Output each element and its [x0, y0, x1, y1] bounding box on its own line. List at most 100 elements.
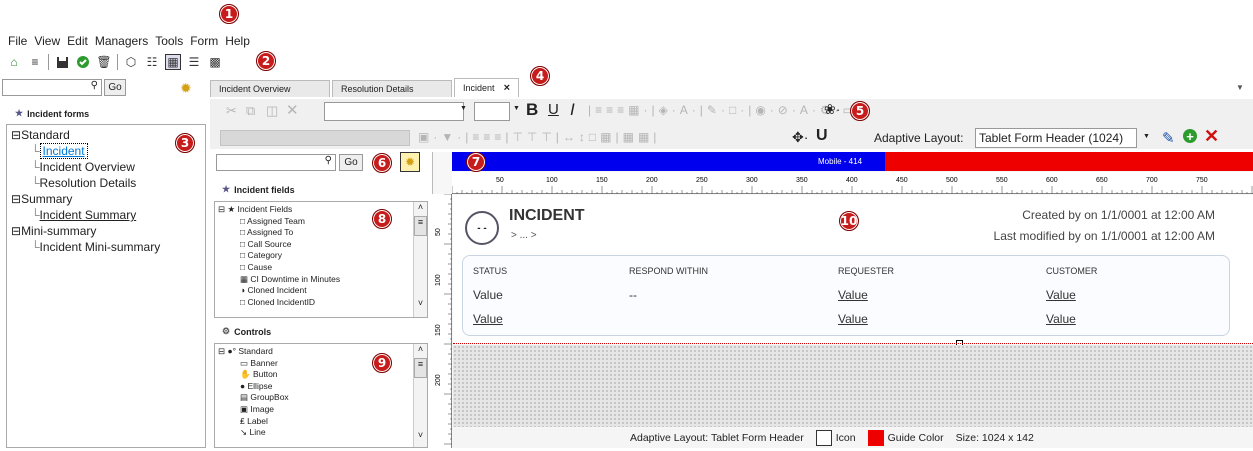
fields-scrollbar[interactable]: ˄ ≡ ˅: [413, 202, 427, 317]
tree-node-mini-summary[interactable]: ⊟Mini-summary: [11, 223, 201, 239]
status-secondary-link[interactable]: Value: [473, 312, 503, 326]
forms-search-input[interactable]: ⚲: [2, 79, 102, 96]
home-icon[interactable]: ⌂: [6, 54, 22, 70]
tree-item-incident-mini-summary[interactable]: └Incident Mini-summary: [11, 239, 201, 255]
vruler-label: 100: [435, 274, 442, 286]
bold-icon[interactable]: B: [526, 100, 538, 120]
menu-file[interactable]: File: [8, 34, 27, 50]
ruler-label: 650: [1096, 177, 1108, 184]
cut-icon[interactable]: ✂: [226, 103, 237, 119]
status-bar: Adaptive Layout: Tablet Form Header Icon…: [453, 428, 1253, 448]
menu-view[interactable]: View: [34, 34, 60, 50]
menu-form[interactable]: Form: [190, 34, 218, 50]
ruler-label: 100: [546, 177, 558, 184]
delete-icon[interactable]: ✕: [286, 101, 299, 119]
save-icon[interactable]: [54, 54, 70, 70]
requester-secondary-link[interactable]: Value: [838, 312, 868, 326]
field-item[interactable]: □ Cause: [218, 262, 424, 274]
menu-managers[interactable]: Managers: [95, 34, 148, 50]
control-item[interactable]: ▤ GroupBox: [218, 392, 424, 404]
fields-search-input[interactable]: ⚲: [216, 154, 336, 171]
list-icon[interactable]: ≡: [27, 54, 43, 70]
edit-layout-icon[interactable]: ✎: [1162, 129, 1175, 147]
fields-icon: ★: [222, 184, 231, 194]
field-item[interactable]: □ Assigned Team: [218, 216, 424, 228]
field-item[interactable]: ◑ Cloned Incident: [218, 285, 424, 297]
layout-icon[interactable]: ▦: [165, 54, 181, 70]
check-icon[interactable]: [75, 54, 91, 70]
magnet-icon[interactable]: U: [816, 127, 828, 145]
menu-tools[interactable]: Tools: [155, 34, 183, 50]
icon-color-swatch[interactable]: [815, 430, 832, 446]
fields-refresh-icon[interactable]: ✹: [400, 152, 420, 172]
menu-icon[interactable]: ☰: [186, 54, 202, 70]
tab-incident[interactable]: Incident ×: [454, 78, 519, 97]
fields-panel-header: ★ Incident fields: [222, 184, 295, 195]
trash-icon[interactable]: 🗑: [96, 54, 112, 70]
form-name-field[interactable]: [220, 130, 410, 146]
tree-item-resolution-details[interactable]: └Resolution Details: [11, 175, 201, 191]
hierarchy-icon[interactable]: ☷: [144, 54, 160, 70]
ruler-label: 400: [846, 177, 858, 184]
fields-root[interactable]: ⊟ ★ Incident Fields: [218, 204, 424, 216]
control-item[interactable]: ▣ Image: [218, 404, 424, 416]
tab-close-icon[interactable]: ×: [504, 82, 510, 94]
font-family-chevron-icon[interactable]: ▼: [460, 105, 467, 112]
forms-go-button[interactable]: Go: [104, 79, 126, 96]
field-item[interactable]: □ Call Source: [218, 239, 424, 251]
customer-secondary-link[interactable]: Value: [1046, 312, 1076, 326]
tree-item-incident-overview[interactable]: └Incident Overview: [11, 159, 201, 175]
tree-item-incident-summary[interactable]: └Incident Summary: [11, 207, 201, 223]
add-layout-icon[interactable]: +: [1183, 129, 1197, 144]
field-item[interactable]: □ Assigned To: [218, 227, 424, 239]
guide-color-label: Guide Color: [887, 432, 944, 444]
cube-icon[interactable]: ⬡: [123, 54, 139, 70]
control-item[interactable]: ▭ Banner: [218, 358, 424, 370]
paste-icon[interactable]: ◫: [266, 103, 278, 119]
adaptive-layout-select[interactable]: Tablet Form Header (1024): [975, 128, 1137, 148]
fields-go-button[interactable]: Go: [339, 154, 363, 171]
tree-item-incident[interactable]: └ Incident: [11, 143, 201, 159]
customer-link[interactable]: Value: [1046, 288, 1076, 302]
created-by-text: Created by on 1/1/0001 at 12:00 AM: [1022, 208, 1215, 222]
callout-9: 9: [372, 353, 392, 373]
layout-tools-icon[interactable]: ▣·▼·|≡≡≡|⊤⊤⊤|↔↕□▦|▦▦|: [418, 130, 660, 144]
tree-node-standard[interactable]: ⊟Standard: [11, 127, 201, 143]
italic-icon[interactable]: I: [570, 100, 575, 120]
move-icon[interactable]: ✥·: [792, 129, 808, 146]
font-size-chevron-icon[interactable]: ▼: [513, 105, 520, 112]
field-item[interactable]: □ Cloned IncidentID: [218, 297, 424, 309]
forms-tree: ⊟Standard └ Incident └Incident Overview └…: [6, 124, 206, 448]
format-toolbar: ✂ ⧉ ◫ ✕ ▼ ▼ B U I |≡≡≡▦·|◈·A·|✎·□·|◉·⊘·A…: [210, 99, 1253, 149]
control-item[interactable]: ₤ Label: [218, 416, 424, 428]
tab-incident-overview[interactable]: Incident Overview: [210, 80, 330, 97]
theme-icon[interactable]: ❀·: [824, 101, 840, 118]
menu-help[interactable]: Help: [225, 34, 250, 50]
field-item[interactable]: ▦ CI Downtime in Minutes: [218, 274, 424, 286]
delete-layout-icon[interactable]: ✕: [1204, 126, 1219, 147]
main-toolbar: ⌂ ≡ 🗑 ⬡ ☷ ▦ ☰ ▩: [6, 53, 223, 71]
copy-icon[interactable]: ⧉: [246, 103, 255, 119]
field-item[interactable]: □ Category: [218, 250, 424, 262]
refresh-icon[interactable]: ✹: [180, 80, 192, 97]
font-family-select[interactable]: [324, 102, 464, 121]
control-item[interactable]: ✋ Button: [218, 369, 424, 381]
control-item[interactable]: ● Ellipse: [218, 381, 424, 393]
adaptive-layout-chevron-icon[interactable]: ▼: [1143, 133, 1150, 140]
control-item[interactable]: ↘ Line: [218, 427, 424, 439]
underline-icon[interactable]: U: [548, 101, 559, 118]
controls-root[interactable]: ⊟ ●° Standard: [218, 346, 424, 358]
tab-list-chevron-icon[interactable]: ▼: [1236, 83, 1244, 92]
requester-link[interactable]: Value: [838, 288, 868, 302]
guide-color-swatch[interactable]: [867, 430, 884, 446]
requester-label: REQUESTER: [838, 266, 895, 276]
tab-resolution-details[interactable]: Resolution Details: [332, 80, 452, 97]
empty-canvas-area: [453, 345, 1253, 427]
controls-scrollbar[interactable]: ˄ ≡ ˅: [413, 344, 427, 447]
ruler-label: 750: [1196, 177, 1208, 184]
folder-icon[interactable]: ▩: [207, 54, 223, 70]
font-size-select[interactable]: [474, 102, 510, 121]
tree-node-summary[interactable]: ⊟Summary: [11, 191, 201, 207]
callout-3: 3: [175, 133, 195, 153]
menu-edit[interactable]: Edit: [67, 34, 88, 50]
